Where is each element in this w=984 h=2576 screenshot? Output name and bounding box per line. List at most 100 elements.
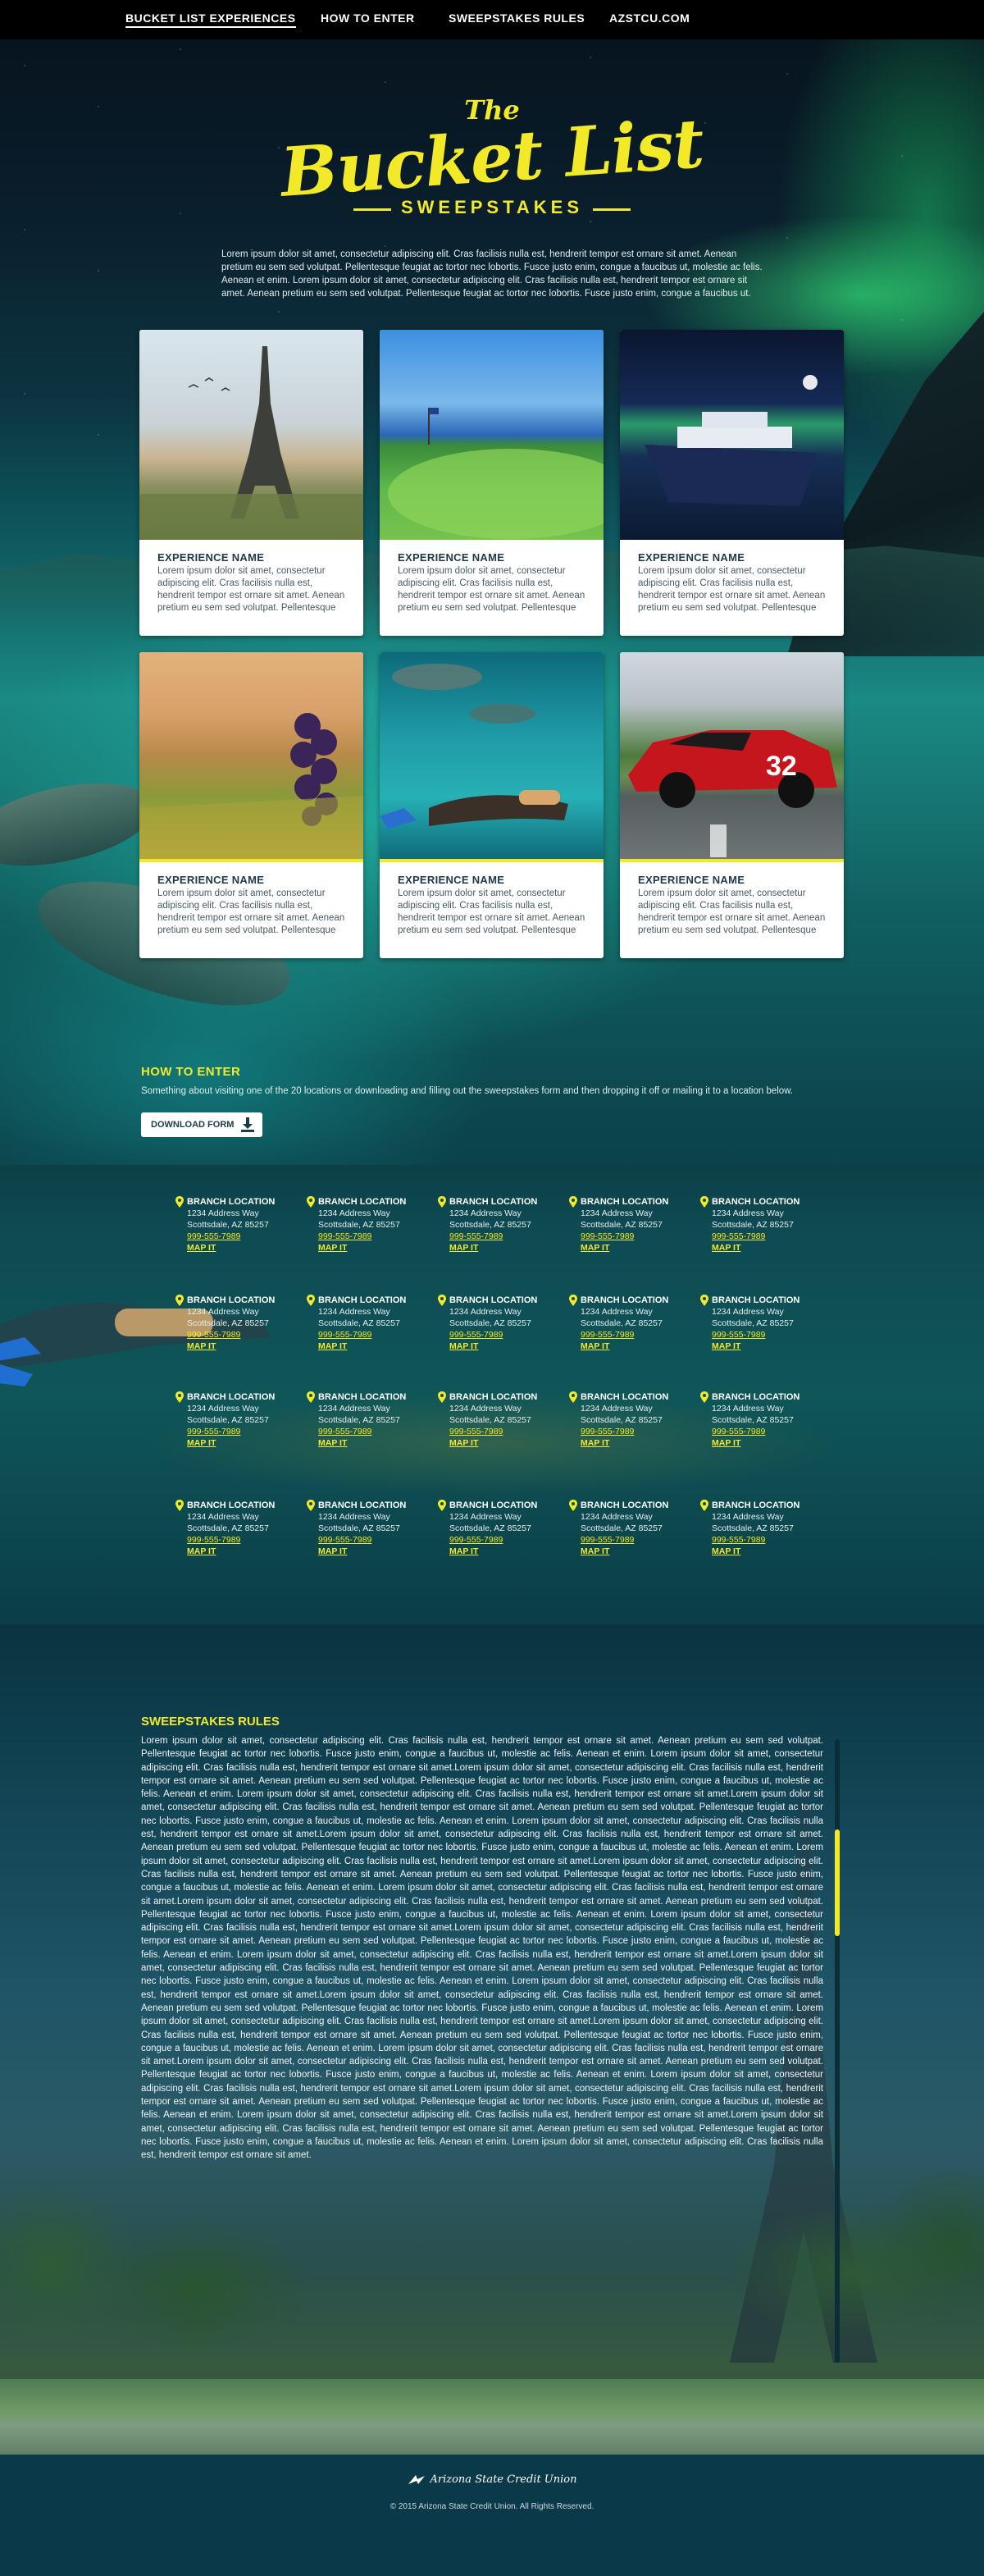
branch-phone-link[interactable]: 999-555-7989 [449, 1534, 572, 1546]
branch-address-line1: 1234 Address Way [187, 1307, 259, 1317]
experience-card[interactable]: EXPERIENCE NAME Lorem ipsum dolor sit am… [620, 330, 844, 636]
branch-address-line1: 1234 Address Way [581, 1208, 653, 1218]
map-pin-icon [700, 1295, 708, 1306]
map-it-link[interactable]: MAP IT [318, 1546, 441, 1557]
branch-phone-link[interactable]: 999-555-7989 [449, 1329, 572, 1341]
branch-address-line2: Scottsdale, AZ 85257 [318, 1220, 400, 1230]
branch-location: BRANCH LOCATION 1234 Address Way Scottsdal… [307, 1500, 441, 1557]
branch-phone-link[interactable]: 999-555-7989 [581, 1426, 704, 1437]
branch-phone-link[interactable]: 999-555-7989 [581, 1231, 704, 1242]
map-pin-icon [438, 1500, 446, 1511]
branch-address-line1: 1234 Address Way [449, 1208, 522, 1218]
map-it-link[interactable]: MAP IT [712, 1341, 835, 1352]
branch-phone-link[interactable]: 999-555-7989 [712, 1534, 835, 1546]
map-it-link[interactable]: MAP IT [581, 1546, 704, 1557]
nav-bucket-list-experiences[interactable]: BUCKET LIST EXPERIENCES [125, 11, 296, 28]
rules-scrollbar[interactable] [835, 1739, 840, 2363]
branch-phone-link[interactable]: 999-555-7989 [449, 1231, 572, 1242]
branch-phone-link[interactable]: 999-555-7989 [187, 1231, 310, 1242]
branch-location: BRANCH LOCATION 1234 Address Way Scottsdal… [700, 1295, 835, 1352]
branch-address-line2: Scottsdale, AZ 85257 [712, 1318, 794, 1328]
branch-name: BRANCH LOCATION [712, 1295, 800, 1305]
map-it-link[interactable]: MAP IT [187, 1341, 310, 1352]
branch-address-line2: Scottsdale, AZ 85257 [712, 1220, 794, 1230]
experience-desc: Lorem ipsum dolor sit amet, consectetur … [398, 888, 585, 935]
how-to-enter-text: Something about visiting one of the 20 l… [141, 1086, 794, 1096]
branch-location: BRANCH LOCATION 1234 Address Way Scottsdal… [438, 1391, 572, 1449]
map-pin-icon [700, 1391, 708, 1403]
branch-address-line1: 1234 Address Way [187, 1512, 259, 1522]
logo-rule [353, 208, 391, 212]
footer-logo: Arizona State Credit Union [0, 2473, 984, 2486]
branch-phone-link[interactable]: 999-555-7989 [318, 1534, 441, 1546]
map-it-link[interactable]: MAP IT [712, 1546, 835, 1557]
branch-phone-link[interactable]: 999-555-7989 [712, 1329, 835, 1341]
branch-address-line2: Scottsdale, AZ 85257 [449, 1318, 531, 1328]
experience-card[interactable]: EXPERIENCE NAME Lorem ipsum dolor sit am… [380, 330, 604, 636]
eiffel-tower-photo [139, 330, 363, 540]
nav-sweepstakes-rules[interactable]: SWEEPSTAKES RULES [449, 11, 585, 25]
download-form-button[interactable]: DOWNLOAD FORM [141, 1112, 262, 1137]
branch-phone-link[interactable]: 999-555-7989 [318, 1329, 441, 1341]
branch-name: BRANCH LOCATION [449, 1392, 538, 1402]
branch-phone-link[interactable]: 999-555-7989 [581, 1329, 704, 1341]
branch-name: BRANCH LOCATION [712, 1500, 800, 1510]
branch-location: BRANCH LOCATION 1234 Address Way Scottsdal… [569, 1196, 704, 1254]
branch-phone-link[interactable]: 999-555-7989 [187, 1534, 310, 1546]
branch-address-line2: Scottsdale, AZ 85257 [187, 1415, 269, 1425]
experience-card[interactable]: EXPERIENCE NAME Lorem ipsum dolor sit am… [139, 330, 363, 636]
map-it-link[interactable]: MAP IT [318, 1437, 441, 1449]
branch-address-line2: Scottsdale, AZ 85257 [318, 1415, 400, 1425]
rules-scroll-area[interactable]: Lorem ipsum dolor sit amet, consectetur … [141, 1734, 823, 2350]
map-it-link[interactable]: MAP IT [187, 1242, 310, 1254]
car-number: 32 [766, 751, 797, 782]
map-it-link[interactable]: MAP IT [449, 1242, 572, 1254]
golf-course-photo [380, 330, 604, 540]
branch-address-line1: 1234 Address Way [187, 1208, 259, 1218]
experience-desc: Lorem ipsum dolor sit amet, consectetur … [157, 888, 345, 935]
map-it-link[interactable]: MAP IT [712, 1437, 835, 1449]
experience-card[interactable]: EXPERIENCE NAME Lorem ipsum dolor sit am… [380, 652, 604, 958]
branch-phone-link[interactable]: 999-555-7989 [581, 1534, 704, 1546]
map-pin-icon [307, 1295, 315, 1306]
branch-address-line2: Scottsdale, AZ 85257 [318, 1318, 400, 1328]
map-it-link[interactable]: MAP IT [449, 1437, 572, 1449]
branch-address-line2: Scottsdale, AZ 85257 [581, 1220, 663, 1230]
branch-phone-link[interactable]: 999-555-7989 [187, 1426, 310, 1437]
branch-location: BRANCH LOCATION 1234 Address Way Scottsdal… [700, 1196, 835, 1254]
branch-phone-link[interactable]: 999-555-7989 [712, 1231, 835, 1242]
nav-azstcu[interactable]: AZSTCU.COM [609, 11, 690, 25]
map-it-link[interactable]: MAP IT [449, 1341, 572, 1352]
branch-phone-link[interactable]: 999-555-7989 [318, 1426, 441, 1437]
experience-card[interactable]: EXPERIENCE NAME Lorem ipsum dolor sit am… [139, 652, 363, 958]
map-it-link[interactable]: MAP IT [581, 1242, 704, 1254]
branch-address-line1: 1234 Address Way [449, 1512, 522, 1522]
map-pin-icon [175, 1500, 184, 1511]
branch-phone-link[interactable]: 999-555-7989 [187, 1329, 310, 1341]
branch-name: BRANCH LOCATION [318, 1295, 407, 1305]
map-it-link[interactable]: MAP IT [449, 1546, 572, 1557]
experience-card[interactable]: 32 EXPERIENCE NAME Lorem ipsum dolor sit… [620, 652, 844, 958]
branch-phone-link[interactable]: 999-555-7989 [712, 1426, 835, 1437]
branch-address-line1: 1234 Address Way [449, 1307, 522, 1317]
intro-text: Lorem ipsum dolor sit amet, consectetur … [221, 249, 763, 299]
branch-address-line1: 1234 Address Way [581, 1404, 653, 1414]
branch-phone-link[interactable]: 999-555-7989 [449, 1426, 572, 1437]
experience-name: EXPERIENCE NAME [157, 551, 265, 564]
map-it-link[interactable]: MAP IT [581, 1437, 704, 1449]
rules-scrollbar-thumb[interactable] [835, 1829, 840, 1936]
map-it-link[interactable]: MAP IT [318, 1242, 441, 1254]
branch-name: BRANCH LOCATION [318, 1392, 407, 1402]
map-it-link[interactable]: MAP IT [187, 1437, 310, 1449]
map-it-link[interactable]: MAP IT [318, 1341, 441, 1352]
map-it-link[interactable]: MAP IT [712, 1242, 835, 1254]
rules-text: Lorem ipsum dolor sit amet, consectetur … [141, 1736, 823, 2161]
branch-phone-link[interactable]: 999-555-7989 [318, 1231, 441, 1242]
branch-address-line2: Scottsdale, AZ 85257 [449, 1415, 531, 1425]
branch-name: BRANCH LOCATION [187, 1500, 276, 1510]
map-it-link[interactable]: MAP IT [581, 1341, 704, 1352]
nav-how-to-enter[interactable]: HOW TO ENTER [321, 11, 415, 25]
experience-name: EXPERIENCE NAME [398, 551, 505, 564]
map-pin-icon [700, 1196, 708, 1208]
map-it-link[interactable]: MAP IT [187, 1546, 310, 1557]
